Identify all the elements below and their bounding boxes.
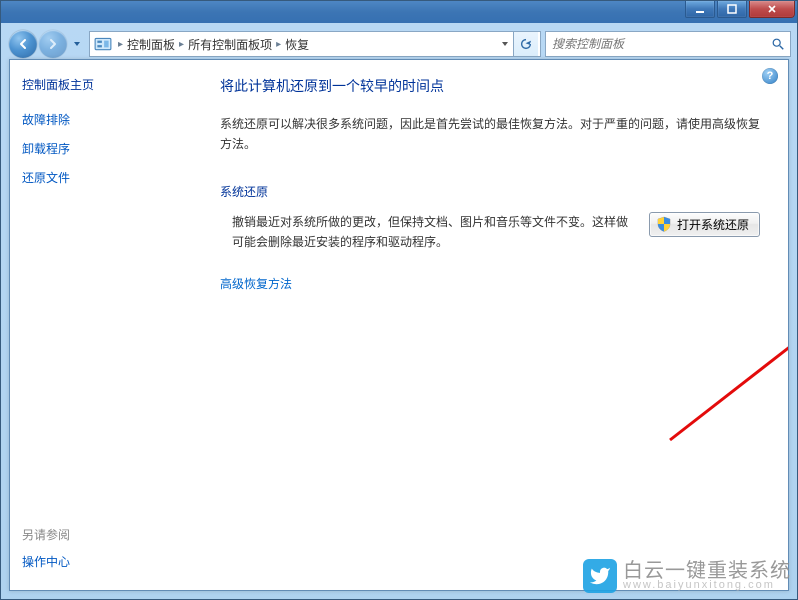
minimize-button[interactable] bbox=[685, 1, 715, 18]
forward-button[interactable] bbox=[39, 30, 67, 58]
close-button[interactable] bbox=[749, 1, 795, 18]
search-input[interactable] bbox=[550, 36, 770, 52]
section-row: 撤销最近对系统所做的更改，但保持文档、图片和音乐等文件不变。这样做可能会删除最近… bbox=[220, 212, 760, 253]
annotation-arrow bbox=[660, 290, 788, 450]
back-button[interactable] bbox=[9, 30, 37, 58]
control-panel-icon bbox=[94, 35, 112, 53]
search-icon[interactable] bbox=[770, 36, 786, 52]
intro-text: 系统还原可以解决很多系统问题，因此是首先尝试的最佳恢复方法。对于严重的问题，请使… bbox=[220, 114, 760, 155]
search-box[interactable] bbox=[545, 31, 791, 57]
window-controls bbox=[685, 1, 795, 18]
advanced-recovery-link[interactable]: 高级恢复方法 bbox=[220, 275, 760, 292]
client-area: 控制面板主页 故障排除 卸载程序 还原文件 另请参阅 操作中心 ? 将此计算机还… bbox=[9, 59, 789, 591]
section-description: 撤销最近对系统所做的更改，但保持文档、图片和音乐等文件不变。这样做可能会删除最近… bbox=[220, 212, 649, 253]
sidebar-main-link[interactable]: 控制面板主页 bbox=[22, 76, 188, 93]
open-system-restore-button[interactable]: 打开系统还原 bbox=[649, 212, 760, 237]
address-bar[interactable]: ▸ 控制面板 ▸ 所有控制面板项 ▸ 恢复 bbox=[89, 31, 541, 57]
page-title: 将此计算机还原到一个较早的时间点 bbox=[220, 76, 760, 96]
breadcrumb-level3[interactable]: 恢复 bbox=[285, 36, 309, 53]
see-also-action-center[interactable]: 操作中心 bbox=[22, 553, 188, 570]
sidebar-link-uninstall[interactable]: 卸载程序 bbox=[22, 140, 188, 157]
titlebar bbox=[1, 1, 797, 23]
maximize-button[interactable] bbox=[717, 1, 747, 18]
see-also-header: 另请参阅 bbox=[22, 526, 188, 543]
action-button-label: 打开系统还原 bbox=[677, 216, 749, 233]
sidebar-link-troubleshoot[interactable]: 故障排除 bbox=[22, 111, 188, 128]
breadcrumb-level1[interactable]: 控制面板 bbox=[127, 36, 175, 53]
uac-shield-icon bbox=[656, 216, 672, 232]
breadcrumb-level2[interactable]: 所有控制面板项 bbox=[188, 36, 272, 53]
refresh-button[interactable] bbox=[513, 32, 538, 56]
breadcrumb-separator-icon: ▸ bbox=[276, 39, 281, 50]
sidebar-link-restore-files[interactable]: 还原文件 bbox=[22, 169, 188, 186]
breadcrumb-separator-icon: ▸ bbox=[179, 39, 184, 50]
address-dropdown[interactable] bbox=[497, 37, 513, 51]
breadcrumb-separator-icon: ▸ bbox=[118, 39, 123, 50]
history-dropdown[interactable] bbox=[69, 40, 85, 48]
content-pane: ? 将此计算机还原到一个较早的时间点 系统还原可以解决很多系统问题，因此是首先尝… bbox=[200, 60, 788, 590]
help-icon[interactable]: ? bbox=[762, 68, 778, 84]
section-title: 系统还原 bbox=[220, 183, 760, 200]
sidebar: 控制面板主页 故障排除 卸载程序 还原文件 另请参阅 操作中心 bbox=[10, 60, 200, 590]
nav-buttons bbox=[9, 30, 85, 58]
window: ▸ 控制面板 ▸ 所有控制面板项 ▸ 恢复 控制面板主页 bbox=[0, 0, 798, 600]
